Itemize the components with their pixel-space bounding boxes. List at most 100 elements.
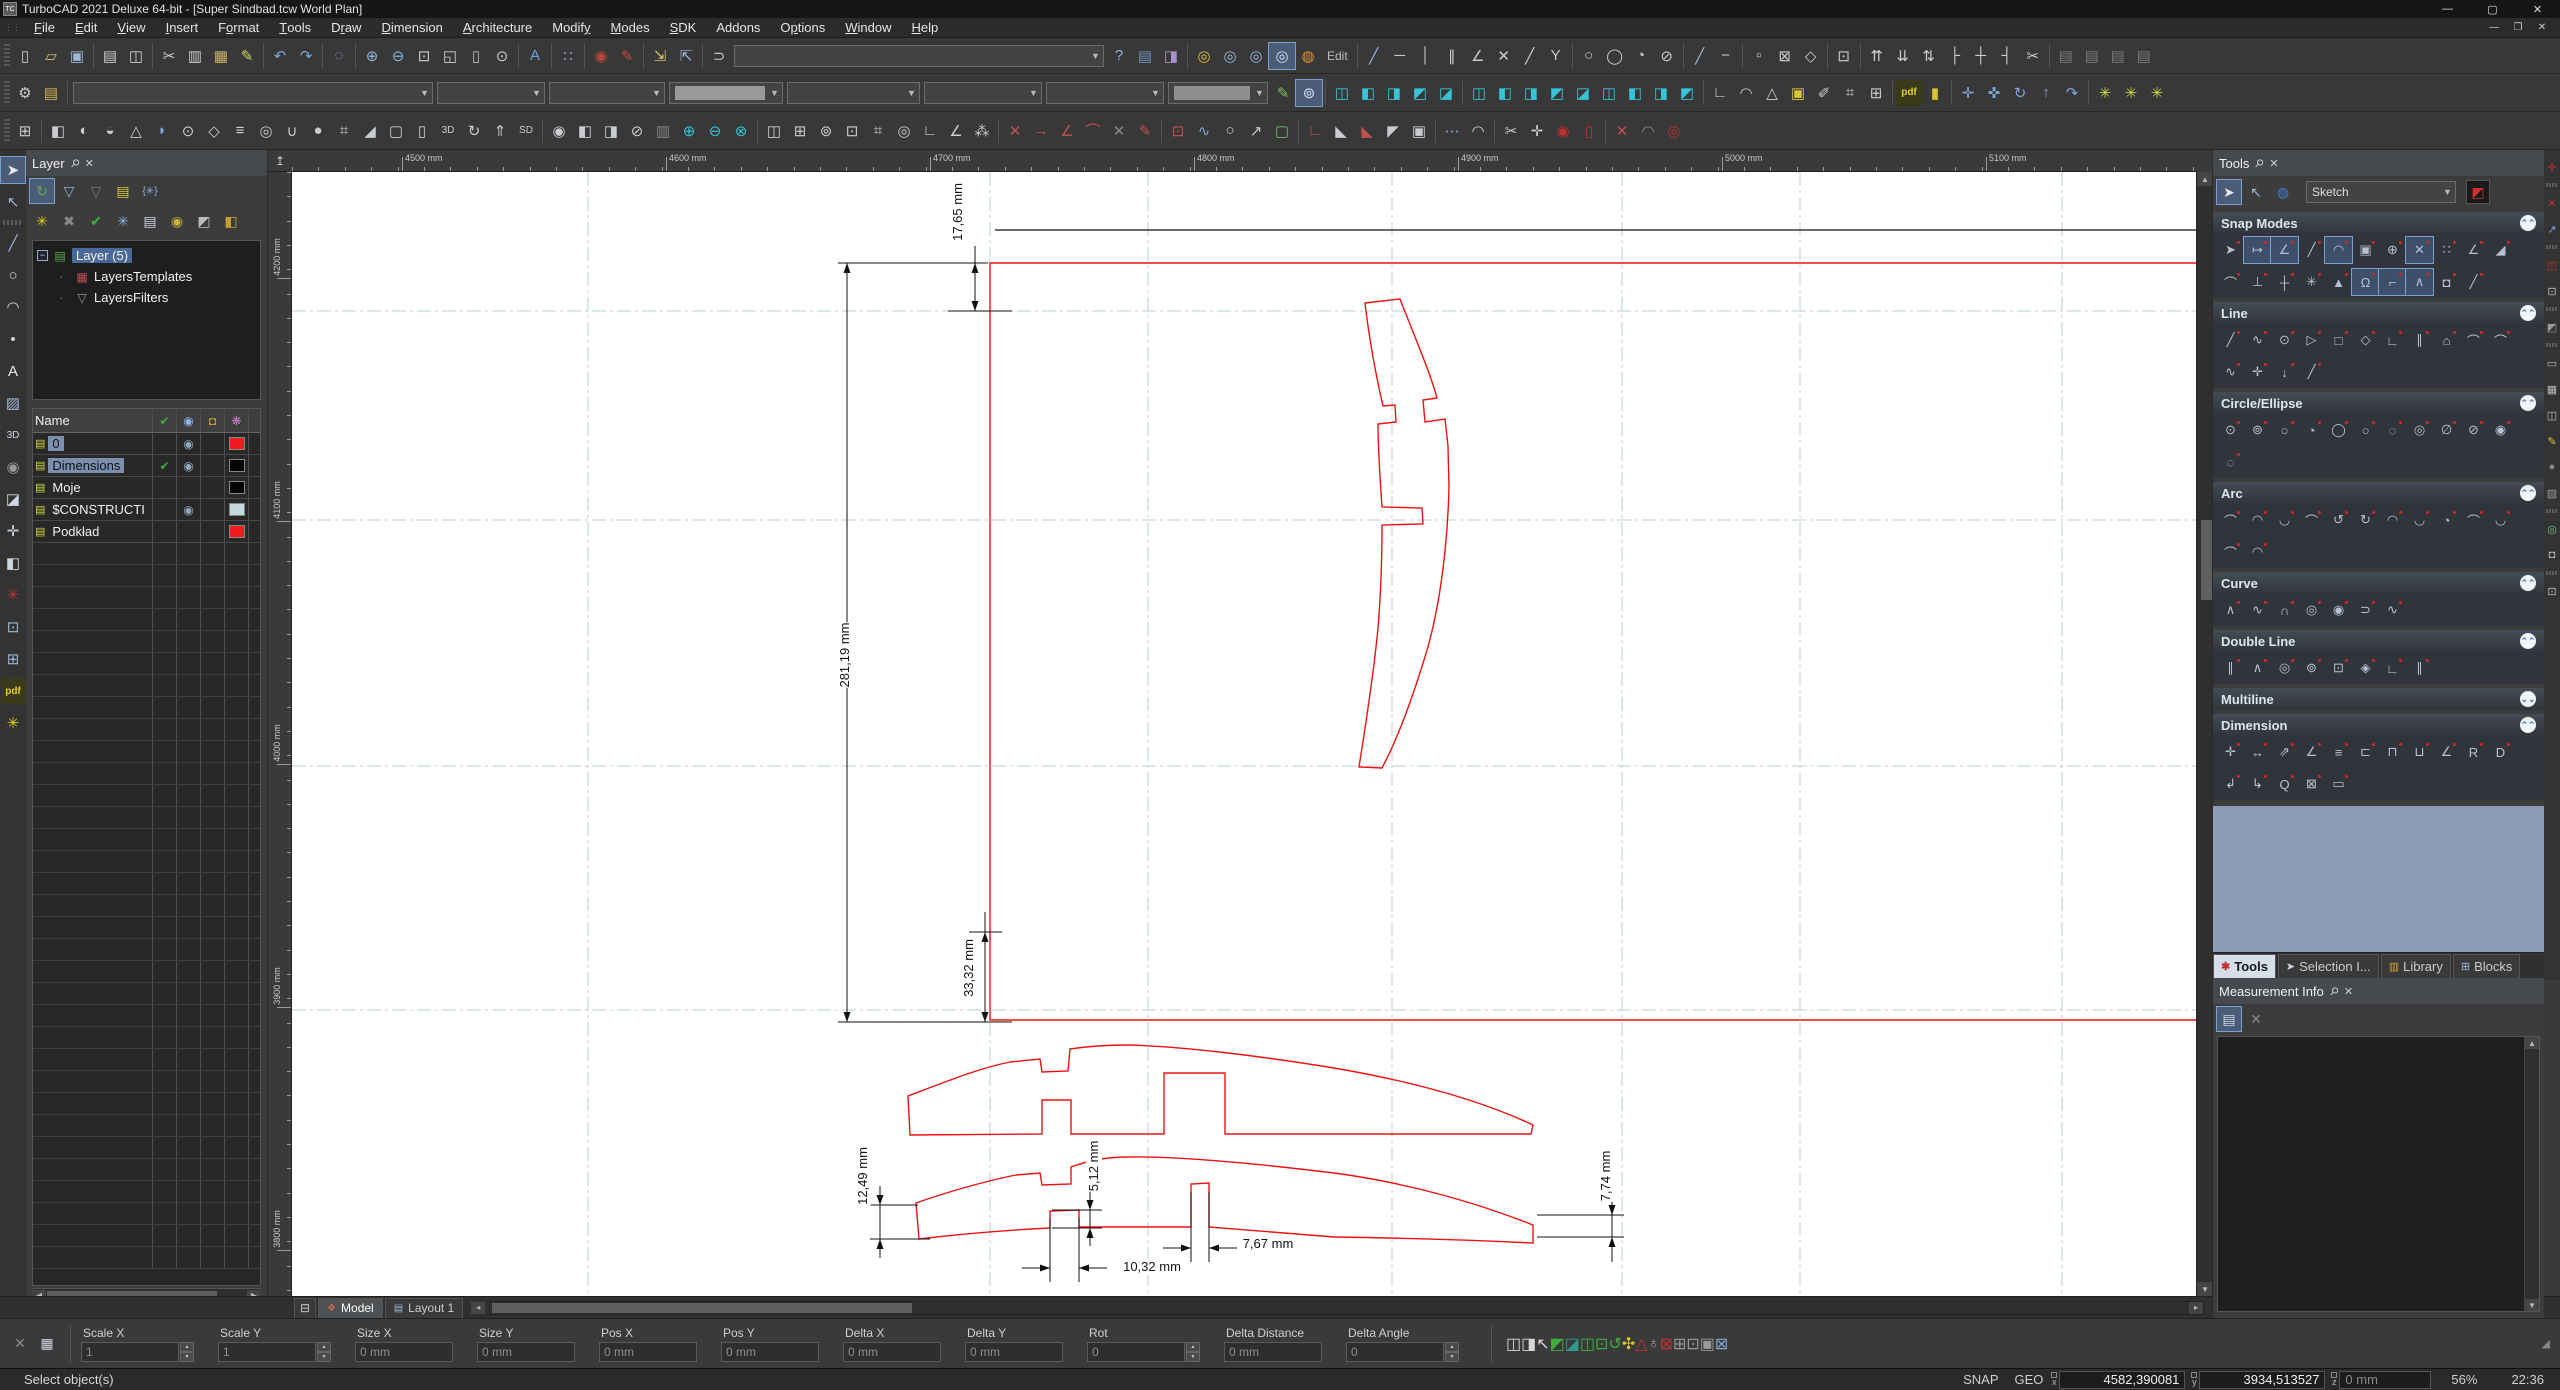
layer-visible-cell[interactable]: [177, 521, 201, 542]
y-coordinate-field[interactable]: 3934,513527: [2199, 1370, 2326, 1389]
drop-3d-icon[interactable]: ◗: [149, 118, 175, 144]
dim-radius-icon[interactable]: R: [2460, 739, 2487, 765]
snap-intersection-icon[interactable]: ✕: [2405, 236, 2434, 264]
layer-color-cell[interactable]: [225, 455, 249, 476]
collapse-chevron-icon[interactable]: ⌃⌃: [2520, 717, 2536, 733]
fillet-red-icon[interactable]: ⌒: [1080, 118, 1106, 144]
ib-fill-4-icon[interactable]: ⊡: [1595, 1334, 1608, 1354]
pen-yellow-icon[interactable]: ✎: [2545, 430, 2560, 452]
chevron-down-icon[interactable]: ▼: [904, 88, 919, 98]
parallel-line-icon[interactable]: ∥: [2406, 327, 2433, 353]
dim-leader-multi-icon[interactable]: ↳: [2244, 771, 2271, 797]
publish-pdf-icon[interactable]: pdf: [1896, 79, 1922, 106]
double-circle-icon[interactable]: ◎: [2271, 655, 2298, 681]
text-3d-icon[interactable]: 3D: [435, 118, 461, 144]
section-header-multiline[interactable]: Multiline ⌄⌄: [2213, 688, 2544, 710]
field-input[interactable]: 0 mm: [599, 1341, 697, 1362]
parallel-tool-icon[interactable]: ∥: [1439, 43, 1465, 69]
layer-visible-cell[interactable]: ◉: [177, 455, 201, 476]
menu-modes[interactable]: Modes: [601, 18, 660, 37]
line-single-icon[interactable]: ╱: [2217, 327, 2244, 353]
section-header-dimension[interactable]: Dimension ⌃⌃: [2213, 714, 2544, 736]
view-axo-1-icon[interactable]: ◧: [1622, 80, 1648, 106]
spell-check-icon[interactable]: A: [522, 43, 548, 69]
layer-apply-icon[interactable]: ✔: [84, 209, 108, 233]
layer-tree-item[interactable]: − ▤ Layer (5): [37, 245, 256, 266]
line-weight-combo[interactable]: ▼: [549, 81, 665, 104]
expand-chevron-icon[interactable]: ⌄⌄: [2520, 691, 2536, 707]
measure-table-icon[interactable]: ⊞: [1863, 80, 1889, 106]
chevron-down-icon[interactable]: ▼: [1026, 88, 1041, 98]
layer-set-icon[interactable]: ▤: [111, 179, 135, 203]
circle-tan-3-icon[interactable]: ◌: [2217, 449, 2244, 475]
menu-file[interactable]: File: [24, 18, 65, 37]
circle-gray-tool-icon[interactable]: ○: [1217, 118, 1243, 144]
ib-rotate-cursor-icon[interactable]: ↺: [1608, 1334, 1621, 1354]
line-arrow-tool-icon[interactable]: ↗: [1243, 118, 1269, 144]
tool-3d-icon[interactable]: 3D: [1, 422, 25, 448]
field-input[interactable]: 0 mm: [721, 1341, 819, 1362]
layer-name[interactable]: Podkład: [48, 524, 103, 539]
view-bottom-icon[interactable]: ◧: [1492, 80, 1518, 106]
field-input[interactable]: 0 mm: [477, 1341, 575, 1362]
camera-pos-icon[interactable]: ◘: [2545, 544, 2560, 566]
branch-line-tool-icon[interactable]: Y: [1543, 43, 1569, 69]
snap-center-icon[interactable]: ⊕: [2379, 237, 2406, 263]
arc-23-icon[interactable]: ↻: [2352, 507, 2379, 533]
pipe-3d-icon[interactable]: ∪: [279, 118, 305, 144]
field-input[interactable]: 0: [1346, 1341, 1444, 1362]
ellipse-2-icon[interactable]: ⊘: [2460, 417, 2487, 443]
redline-pen-icon[interactable]: ✎: [614, 43, 640, 69]
boolean-add-cyan-icon[interactable]: ⊕: [676, 118, 702, 144]
layer-select-icon[interactable]: ✳: [111, 209, 135, 233]
rib-bottom-outline[interactable]: [915, 1156, 1534, 1244]
ib-anchor-icon[interactable]: ♁: [1648, 1335, 1660, 1353]
ib-percent-box-icon[interactable]: ◨: [1521, 1334, 1536, 1354]
layer-tree-item[interactable]: · ▽ LayersFilters: [37, 287, 256, 308]
collapse-chevron-icon[interactable]: ⌃⌃: [2520, 485, 2536, 501]
spinner[interactable]: ▲ ▼: [1445, 1341, 1459, 1362]
snap-mode-ortho-icon[interactable]: ◍: [1295, 43, 1321, 69]
mdi-close-button[interactable]: ✕: [2530, 22, 2554, 33]
view-axo-2-icon[interactable]: ◨: [1648, 80, 1674, 106]
layer-group-icon[interactable]: {✳}: [138, 179, 162, 203]
layer-manager-icon[interactable]: ▤: [38, 80, 64, 106]
ib-ghost-icon[interactable]: ◫: [1506, 1334, 1521, 1354]
layer-eye-all-icon[interactable]: ◉: [165, 209, 189, 233]
dash-tool-icon[interactable]: −: [1713, 43, 1739, 69]
angle-cut-icon[interactable]: ✂: [1498, 118, 1524, 144]
arc-elliptical-2-icon[interactable]: ◡: [2406, 507, 2433, 533]
select-window-2-icon[interactable]: ⊞: [1, 646, 25, 672]
layer-lock-edge-icon[interactable]: ◧: [219, 209, 243, 233]
menu-format[interactable]: Fo rmat: [208, 18, 269, 37]
export-file-icon[interactable]: ⇱: [673, 43, 699, 69]
scroll-up-icon[interactable]: ▲: [2525, 1037, 2539, 1049]
dim-baseline-icon[interactable]: ⊏: [2352, 739, 2379, 765]
drag-handle[interactable]: [4, 80, 10, 105]
ib-node-frame-icon[interactable]: ⊡: [1686, 1334, 1699, 1354]
pin-icon[interactable]: ⚲: [2252, 156, 2267, 170]
section-header-double-line[interactable]: Double Line ⌃⌃: [2213, 630, 2544, 652]
drag-handle[interactable]: [2546, 509, 2558, 513]
layer-row[interactable]: ▤ 0 ◉: [33, 433, 260, 455]
ellipse-tool-qm-icon[interactable]: ◯: [1602, 43, 1628, 69]
view-sw-icon[interactable]: ◫: [1596, 80, 1622, 106]
field-input[interactable]: 0 mm: [355, 1341, 453, 1362]
double-perpendicular-icon[interactable]: ∟: [2379, 655, 2406, 681]
s-curve-icon[interactable]: ∿: [2244, 597, 2271, 623]
arc-cloud-icon[interactable]: ⌒: [2460, 507, 2487, 533]
round-box-icon[interactable]: ◫: [2545, 404, 2560, 426]
wire-box-icon[interactable]: ▦: [2545, 378, 2560, 400]
color-column-icon[interactable]: ❋: [225, 409, 249, 432]
x-red-icon[interactable]: ✕: [2545, 192, 2560, 214]
line-multiline-icon[interactable]: ∿: [2244, 327, 2271, 353]
section-header-arc[interactable]: Arc ⌃⌃: [2213, 482, 2544, 504]
snap-angle-icon[interactable]: ∧: [2405, 268, 2434, 296]
zoom-page-icon[interactable]: ▯: [463, 43, 489, 69]
layer-name[interactable]: 0: [48, 436, 64, 451]
sphere-dark-icon[interactable]: ●: [2545, 456, 2560, 478]
tab-list-icon[interactable]: ⊟: [294, 1297, 317, 1318]
align-left-icon[interactable]: ├: [1942, 43, 1968, 69]
view-ne-icon[interactable]: ◨: [1518, 80, 1544, 106]
line-tool-qm-icon[interactable]: ╱: [1361, 43, 1387, 69]
